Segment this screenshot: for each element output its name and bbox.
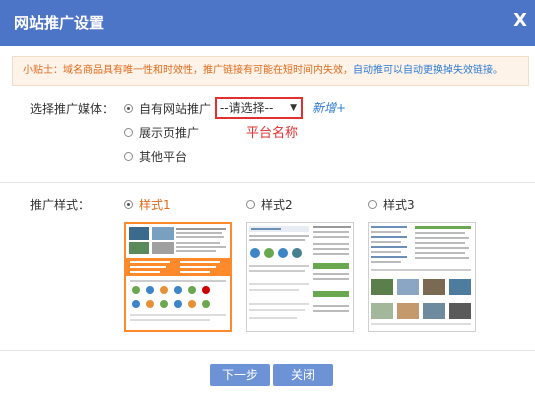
style-2-preview-image	[247, 223, 353, 331]
tip-banner: 小贴士：域名商品具有唯一性和时效性，推广链接有可能在短时间内失效，自动推可以自动…	[12, 56, 529, 86]
radio-icon[interactable]	[124, 128, 133, 137]
style-3-preview[interactable]	[368, 222, 476, 332]
media-option-label: 展示页推广	[139, 126, 200, 140]
section-divider	[0, 182, 535, 183]
platform-name-hint: 平台名称	[246, 126, 299, 141]
dialog-titlebar: 网站推广设置 X	[0, 0, 535, 46]
platform-select[interactable]: --请选择-- ▼	[215, 97, 303, 119]
style-option-label: 样式2	[261, 198, 293, 212]
radio-icon[interactable]	[124, 200, 133, 209]
media-option-other[interactable]: 其他平台	[124, 148, 187, 165]
dialog-title: 网站推广设置	[14, 14, 105, 32]
style-option-1[interactable]: 样式1	[124, 196, 171, 213]
style-2-preview[interactable]	[246, 222, 354, 332]
add-new-link[interactable]: 新增+	[312, 99, 346, 116]
radio-icon[interactable]	[124, 104, 133, 113]
close-button[interactable]: 关闭	[273, 364, 333, 386]
style-label: 推广样式：	[30, 198, 91, 212]
media-option-showcase[interactable]: 展示页推广	[124, 124, 199, 141]
tip-text: 小贴士：域名商品具有唯一性和时效性，推广链接有可能在短时间内失效，	[23, 65, 353, 76]
next-step-button[interactable]: 下一步	[210, 364, 270, 386]
style-1-preview-image	[126, 224, 230, 330]
radio-icon[interactable]	[246, 200, 255, 209]
media-option-label: 其他平台	[139, 150, 188, 164]
style-1-preview[interactable]	[124, 222, 232, 332]
style-option-2[interactable]: 样式2	[246, 196, 293, 213]
promotion-settings-dialog: 网站推广设置 X 小贴士：域名商品具有唯一性和时效性，推广链接有可能在短时间内失…	[0, 0, 535, 400]
close-icon[interactable]: X	[513, 10, 527, 31]
radio-icon[interactable]	[124, 152, 133, 161]
media-option-label: 自有网站推广	[139, 102, 212, 116]
media-label: 选择推广媒体：	[30, 102, 115, 116]
platform-select-value: --请选择--	[220, 101, 274, 115]
radio-icon[interactable]	[368, 200, 377, 209]
footer-divider	[0, 350, 535, 351]
media-option-own-site[interactable]: 自有网站推广	[124, 100, 211, 117]
tip-highlight: 自动推可以自动更换掉失效链接。	[353, 65, 503, 76]
style-option-label: 样式1	[139, 198, 171, 212]
chevron-down-icon: ▼	[290, 103, 297, 113]
style-option-3[interactable]: 样式3	[368, 196, 415, 213]
style-3-preview-image	[369, 223, 475, 331]
style-option-label: 样式3	[383, 198, 415, 212]
